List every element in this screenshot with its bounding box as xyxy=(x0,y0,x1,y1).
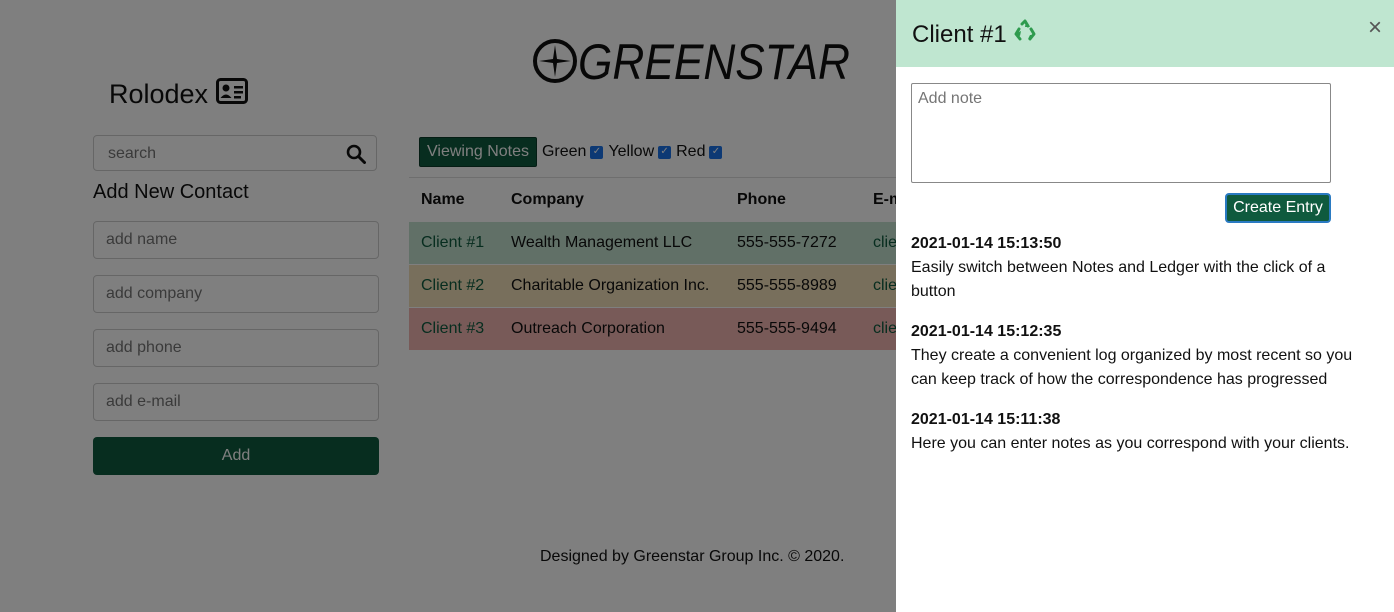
note-text: They create a convenient log organized b… xyxy=(911,347,1353,388)
client-notes-panel: Client #1 × Create Entry xyxy=(896,0,1394,612)
note-timestamp: 2021-01-14 15:12:35 xyxy=(911,323,1062,340)
create-entry-button[interactable]: Create Entry xyxy=(1225,193,1331,223)
note-entry: 2021-01-14 15:13:50 Easily switch betwee… xyxy=(911,232,1371,304)
note-entry: 2021-01-14 15:11:38 Here you can enter n… xyxy=(911,408,1371,456)
modal-backdrop[interactable] xyxy=(0,0,896,612)
panel-title: Client #1 xyxy=(912,19,1037,50)
note-timestamp: 2021-01-14 15:13:50 xyxy=(911,235,1062,252)
panel-header: Client #1 × xyxy=(896,0,1394,67)
note-timestamp: 2021-01-14 15:11:38 xyxy=(911,411,1061,428)
note-text: Here you can enter notes as you correspo… xyxy=(911,435,1350,452)
note-entry: 2021-01-14 15:12:35 They create a conven… xyxy=(911,320,1371,392)
recycle-icon xyxy=(1013,19,1037,50)
note-input[interactable] xyxy=(911,83,1331,183)
note-text: Easily switch between Notes and Ledger w… xyxy=(911,259,1326,300)
close-icon[interactable]: × xyxy=(1368,16,1382,40)
panel-title-text: Client #1 xyxy=(912,20,1007,48)
